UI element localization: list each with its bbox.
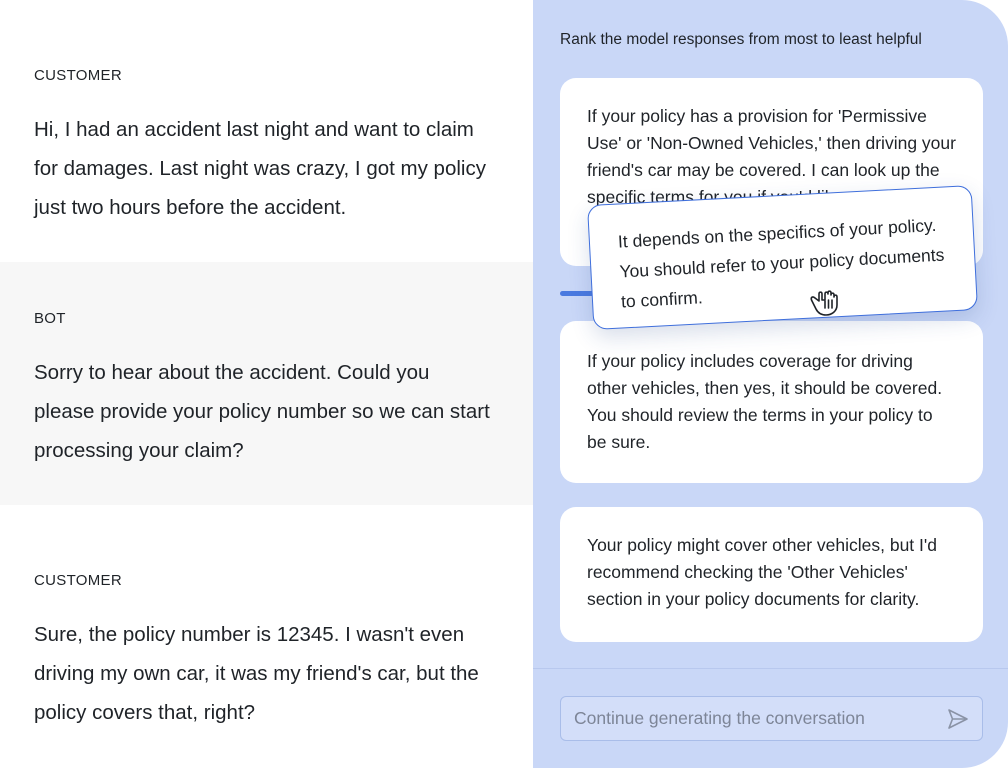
ranking-instructions: Rank the model responses from most to le… [560, 31, 922, 48]
continue-conversation-input[interactable] [561, 697, 931, 740]
dragged-response-card[interactable]: It depends on the specifics of your poli… [586, 185, 979, 330]
message-row: CUSTOMER Hi, I had an accident last nigh… [0, 0, 533, 262]
message-role-label: CUSTOMER [34, 572, 122, 589]
message-row: BOT Sorry to hear about the accident. Co… [0, 262, 533, 505]
message-text: Sorry to hear about the accident. Could … [34, 361, 490, 462]
message-role-label: BOT [34, 310, 66, 327]
ranking-panel: Rank the model responses from most to le… [533, 0, 1008, 768]
message-role-label: CUSTOMER [34, 67, 122, 84]
send-icon[interactable] [946, 707, 970, 731]
response-card[interactable]: If your policy includes coverage for dri… [560, 321, 983, 483]
continue-input-container [560, 696, 983, 741]
conversation-pane: CUSTOMER Hi, I had an accident last nigh… [0, 0, 533, 768]
message-row: CUSTOMER Sure, the policy number is 1234… [0, 505, 533, 768]
message-text: Sure, the policy number is 12345. I wasn… [34, 623, 479, 724]
footer-divider [533, 668, 1008, 669]
message-text: Hi, I had an accident last night and wan… [34, 118, 486, 219]
grab-hand-icon [810, 290, 838, 316]
response-card[interactable]: Your policy might cover other vehicles, … [560, 507, 983, 642]
